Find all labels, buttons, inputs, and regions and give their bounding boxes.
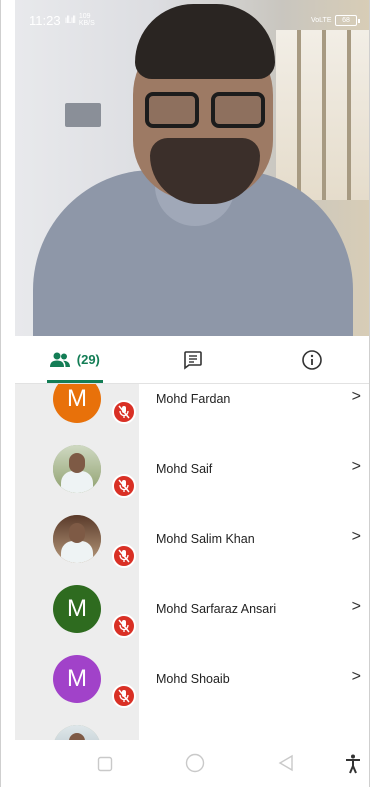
participant-name: Mohd Sarfaraz Ansari [156,602,277,616]
window-bar [322,30,326,200]
participant-row[interactable]: M Mohd Sarfaraz Ansari > [15,574,369,644]
participant-row[interactable]: M Mohd Fardan > [15,384,369,434]
participant-row[interactable]: M Mohd Shoaib > [15,644,369,714]
participant-name: Mohd Salim Khan [156,532,255,546]
chevron-right-icon[interactable]: > [352,598,361,616]
chat-icon [184,350,202,370]
meeting-screen: 11:23 ıll.ıll 109 KB/S VoLTE 68 (29) M M… [0,0,370,787]
speaker-glasses [145,92,265,132]
window-bar [297,30,301,200]
mic-off-icon [112,614,136,638]
accessibility-icon[interactable] [345,754,361,774]
avatar: M [53,585,101,633]
participant-list[interactable]: M Mohd Fardan > Mohd Saif > Mohd Salim K… [15,384,369,740]
mic-off-icon [112,474,136,498]
tab-info[interactable] [252,336,369,383]
meeting-tabs: (29) [15,336,369,384]
participant-count: (29) [76,352,100,367]
speaker-video[interactable] [15,0,369,336]
info-icon [301,349,322,370]
system-nav-bar [15,740,369,787]
battery-level: 68 [342,16,350,24]
tab-people[interactable]: (29) [15,336,134,383]
avatar [53,515,101,563]
participant-name: Mohd Fardan [156,392,231,406]
circle-home-icon[interactable] [185,753,205,773]
participant-row[interactable]: Mohd Saif > [15,434,369,504]
mic-off-icon [112,544,136,568]
avatar [53,445,101,493]
avatar [53,725,101,740]
chevron-right-icon[interactable]: > [352,668,361,686]
tab-chat[interactable] [134,336,253,383]
chevron-right-icon[interactable]: > [352,388,361,406]
participant-row[interactable] [15,714,369,740]
mic-off-icon [112,684,136,708]
participant-row[interactable]: Mohd Salim Khan > [15,504,369,574]
avatar: M [53,384,101,423]
volte-label: VoLTE [311,16,332,24]
mic-off-icon [112,400,136,424]
square-recents-icon[interactable] [97,756,113,772]
status-time: 11:23 [29,12,61,28]
status-bar: 11:23 ıll.ıll 109 KB/S VoLTE 68 [15,0,369,40]
participant-name: Mohd Shoaib [156,672,230,686]
signal-icon: ıll.ıll [64,14,76,26]
avatar-initial: M [67,595,87,622]
avatar: M [53,655,101,703]
battery-icon: 68 [335,14,360,26]
window-bar [347,30,351,200]
net-speed: 109 KB/S [78,13,95,27]
chevron-right-icon[interactable]: > [352,528,361,546]
triangle-back-icon[interactable] [277,754,295,772]
people-icon [49,352,70,367]
wall-switch [65,103,101,127]
participant-name: Mohd Saif [156,462,213,476]
chevron-right-icon[interactable]: > [352,458,361,476]
avatar-initial: M [67,665,87,692]
avatar-initial: M [67,385,87,412]
